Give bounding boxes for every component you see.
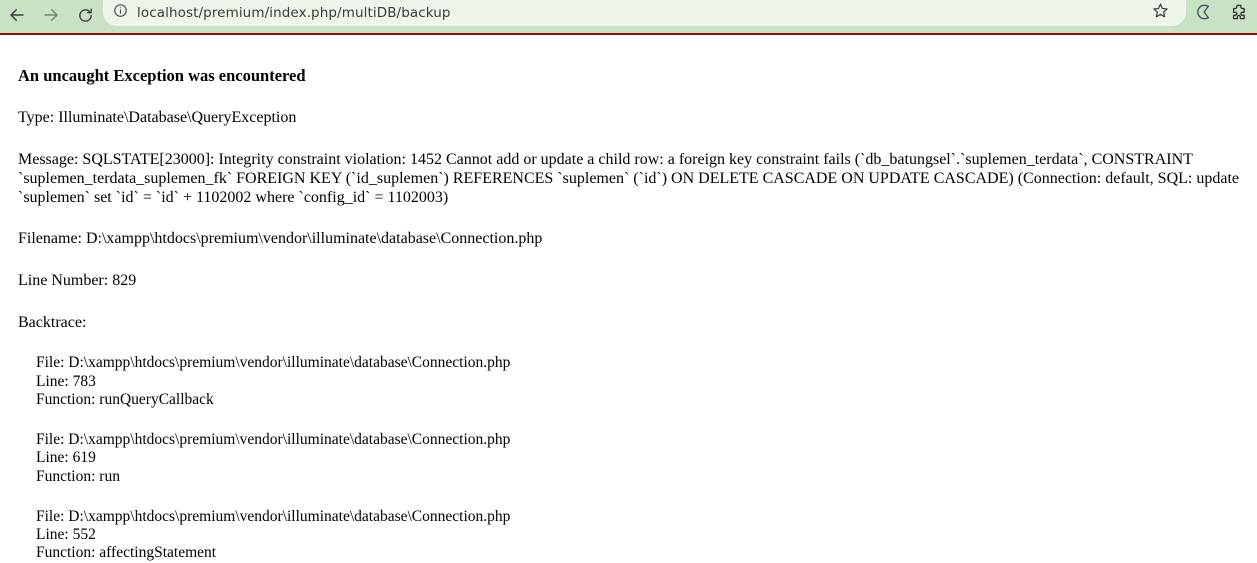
frame-function: Function: runQueryCallback: [36, 390, 214, 408]
site-info-button[interactable]: [103, 3, 137, 23]
puzzle-piece-icon: [1230, 3, 1248, 26]
backtrace-label: Backtrace:: [18, 314, 87, 332]
back-arrow-icon: [8, 6, 26, 24]
exception-page: An uncaught Exception was encountered Ty…: [0, 35, 1257, 563]
url-text[interactable]: localhost/premium/index.php/multiDB/back…: [137, 5, 451, 21]
reload-icon: [77, 7, 94, 24]
toolbar-right-actions: [1185, 0, 1257, 28]
reload-button[interactable]: [68, 0, 102, 30]
site-info-icon: [113, 3, 128, 23]
forward-button[interactable]: [34, 0, 68, 30]
bookmark-button[interactable]: [1148, 1, 1172, 25]
frame-line: Line: 783: [36, 372, 96, 390]
reading-list-button[interactable]: [1185, 0, 1221, 28]
backtrace-frame: File: D:\xampp\htdocs\premium\vendor\ill…: [36, 354, 1249, 409]
address-bar[interactable]: localhost/premium/index.php/multiDB/back…: [103, 0, 1186, 26]
backtrace-frame: File: D:\xampp\htdocs\premium\vendor\ill…: [36, 431, 1249, 486]
back-button[interactable]: [0, 0, 34, 30]
frame-line: Line: 619: [36, 449, 96, 467]
browser-toolbar: localhost/premium/index.php/multiDB/back…: [0, 0, 1257, 30]
frame-file: File: D:\xampp\htdocs\premium\vendor\ill…: [36, 507, 511, 525]
forward-arrow-icon: [42, 6, 60, 24]
frame-line: Line: 552: [36, 526, 96, 544]
extensions-button[interactable]: [1221, 0, 1257, 28]
frame-file: File: D:\xampp\htdocs\premium\vendor\ill…: [36, 354, 511, 372]
frame-function: Function: affectingStatement: [36, 544, 217, 562]
exception-line-number: Line Number: 829: [18, 272, 137, 290]
exception-message: Message: SQLSTATE[23000]: Integrity cons…: [18, 150, 1239, 206]
exception-filename: Filename: D:\xampp\htdocs\premium\vendor…: [18, 230, 543, 248]
crescent-icon: [1194, 3, 1212, 26]
star-icon: [1152, 2, 1169, 24]
frame-function: Function: run: [36, 467, 120, 485]
backtrace-frame: File: D:\xampp\htdocs\premium\vendor\ill…: [36, 508, 1249, 563]
frame-file: File: D:\xampp\htdocs\premium\vendor\ill…: [36, 431, 511, 449]
exception-type: Type: Illuminate\Database\QueryException: [18, 108, 297, 126]
page-title: An uncaught Exception was encountered: [18, 66, 306, 85]
